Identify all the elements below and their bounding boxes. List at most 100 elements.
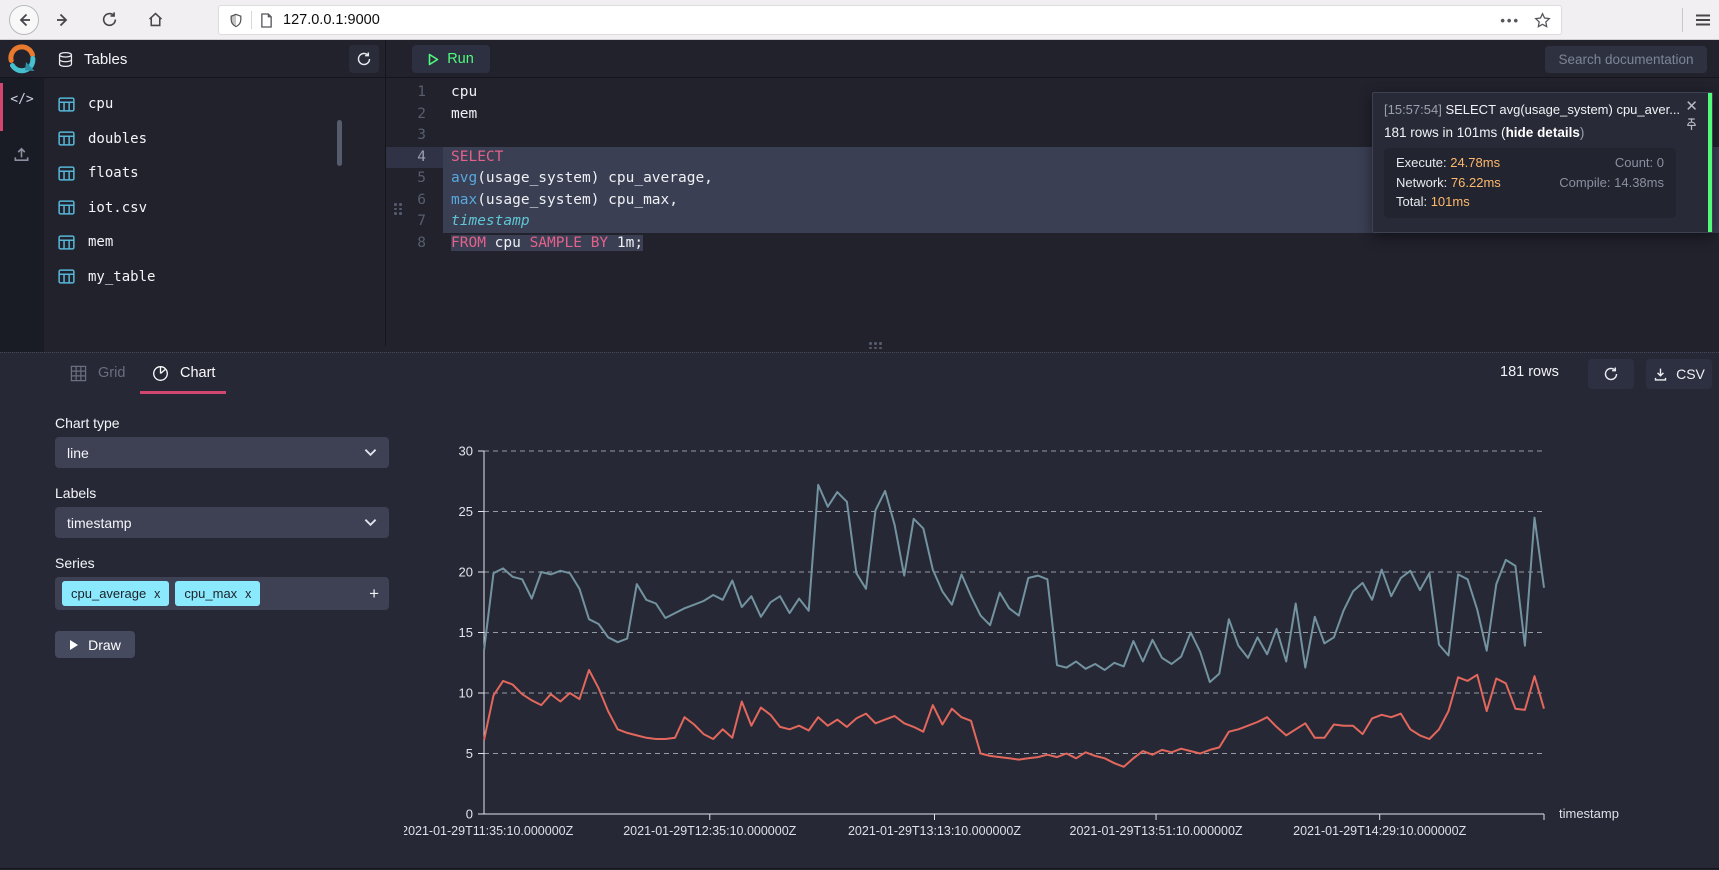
line-chart: 0510152025302021-01-29T11:35:10.000000Z2… [404,437,1684,867]
row-count: 181 rows [1500,364,1559,380]
table-item-iot.csv[interactable]: iot.csv [44,191,385,226]
bookmark-star-icon[interactable] [1534,12,1551,29]
chart-type-select[interactable]: line [55,437,389,468]
line-number: 1 [386,82,443,104]
shield-icon[interactable] [229,13,243,28]
editor-line-8[interactable]: 8FROM cpu SAMPLE BY 1m; [386,233,1719,255]
table-icon [58,268,75,285]
tab-grid[interactable]: Grid [70,353,125,393]
total-label: Total: [1396,194,1427,209]
browser-reload-button[interactable] [93,4,125,36]
svg-text:timestamp: timestamp [1559,806,1619,821]
line-number: 8 [386,233,443,255]
svg-text:2021-01-29T12:35:10.000000Z: 2021-01-29T12:35:10.000000Z [623,824,796,838]
line-number: 2 [386,104,443,126]
svg-text:30: 30 [459,444,473,459]
panel-drag-handle-horizontal[interactable] [869,342,882,349]
run-query-button[interactable]: Run [412,45,490,73]
chip-remove-icon[interactable]: x [154,587,160,601]
table-item-cpu[interactable]: cpu [44,87,385,122]
chip-remove-icon[interactable]: x [245,587,251,601]
labels-label: Labels [55,485,96,501]
browser-forward-button[interactable] [47,4,79,36]
svg-text:20: 20 [459,565,473,580]
questdb-console-screenshot: 127.0.0.1:9000 ••• </> [0,0,1719,870]
table-name: floats [88,165,139,181]
search-documentation-button[interactable]: Search documentation [1545,46,1707,73]
active-tab-indicator [0,83,3,131]
table-icon [58,199,75,216]
table-item-my_table[interactable]: my_table [44,260,385,295]
page-actions-icon[interactable]: ••• [1500,13,1520,28]
import-upload-icon[interactable] [12,145,31,164]
table-name: my_table [88,269,155,285]
sql-editor-icon[interactable]: </> [0,92,44,107]
table-icon [58,130,75,147]
count-value: Count: 0 [1559,155,1664,170]
table-icon [58,165,75,182]
browser-url-bar[interactable]: 127.0.0.1:9000 ••• [218,5,1562,35]
table-item-doubles[interactable]: doubles [44,122,385,157]
table-name: doubles [88,131,147,147]
questdb-logo[interactable] [7,44,37,74]
add-series-button[interactable]: + [369,584,379,604]
play-icon [69,639,79,651]
download-csv-button[interactable]: CSV [1646,359,1712,389]
browser-menu-icon[interactable] [1694,11,1712,29]
url-text: 127.0.0.1:9000 [283,12,380,28]
grid-tab-label: Grid [98,365,125,381]
page-icon[interactable] [260,13,273,28]
series-input[interactable]: cpu_averagex cpu_max x + [55,577,389,610]
table-name: cpu [88,96,113,112]
chip-label: cpu_max [184,586,237,601]
search-documentation-label: Search documentation [1558,52,1693,67]
execute-label: Execute: [1396,155,1447,170]
refresh-tables-button[interactable] [349,45,379,73]
browser-back-button[interactable] [9,5,39,35]
total-value: 101ms [1431,194,1470,209]
browser-home-button[interactable] [139,4,171,36]
svg-text:2021-01-29T11:35:10.000000Z: 2021-01-29T11:35:10.000000Z [404,824,574,838]
notification-timestamp: [15:57:54] [1384,102,1442,117]
active-tab-underline [140,391,226,394]
panel-drag-handle-vertical[interactable] [394,203,402,215]
sidebar-scrollbar[interactable] [337,120,342,166]
labels-value: timestamp [67,515,132,531]
table-item-mem[interactable]: mem [44,225,385,260]
tables-panel-title: Tables [84,51,127,68]
line-number: 3 [386,125,443,147]
chevron-down-icon [364,448,377,457]
notification-success-bar [1708,93,1712,232]
chart-type-label: Chart type [55,415,120,431]
table-name: mem [88,234,113,250]
tab-chart[interactable]: Chart [152,353,215,393]
labels-select[interactable]: timestamp [55,507,389,538]
series-chip-cpu_average[interactable]: cpu_averagex [62,581,169,606]
svg-text:0: 0 [466,807,473,822]
execute-value: 24.78ms [1450,155,1500,170]
series-label: Series [55,555,95,571]
table-name: iot.csv [88,200,147,216]
download-icon [1653,367,1668,382]
results-panel: Grid Chart 181 rows CSV Chart type lin [0,352,1719,868]
series-chip-cpu_max[interactable]: cpu_max x [175,581,260,606]
notification-rows-time: 181 rows in 101ms ( [1384,125,1506,140]
notification-summary: 181 rows in 101ms (hide details) [1384,125,1584,140]
draw-button-label: Draw [88,637,121,653]
table-icon [58,234,75,251]
refresh-results-button[interactable] [1588,359,1634,389]
browser-chrome: 127.0.0.1:9000 ••• [0,0,1719,40]
draw-button[interactable]: Draw [55,631,135,658]
svg-text:2021-01-29T13:51:10.000000Z: 2021-01-29T13:51:10.000000Z [1070,824,1243,838]
console-topbar: Tables Run Search documentation [0,40,1719,78]
line-number: 4 [386,147,443,169]
close-icon[interactable]: ✕ [1685,100,1698,114]
tables-sidebar: cpu doubles floats iot.csv mem my_table [44,78,386,346]
svg-text:10: 10 [459,686,473,701]
table-icon [58,96,75,113]
svg-text:2021-01-29T14:29:10.000000Z: 2021-01-29T14:29:10.000000Z [1293,824,1466,838]
hide-details-link[interactable]: hide details [1506,125,1580,140]
pin-icon[interactable] [1686,118,1697,131]
table-item-floats[interactable]: floats [44,156,385,191]
svg-text:2021-01-29T13:13:10.000000Z: 2021-01-29T13:13:10.000000Z [848,824,1021,838]
